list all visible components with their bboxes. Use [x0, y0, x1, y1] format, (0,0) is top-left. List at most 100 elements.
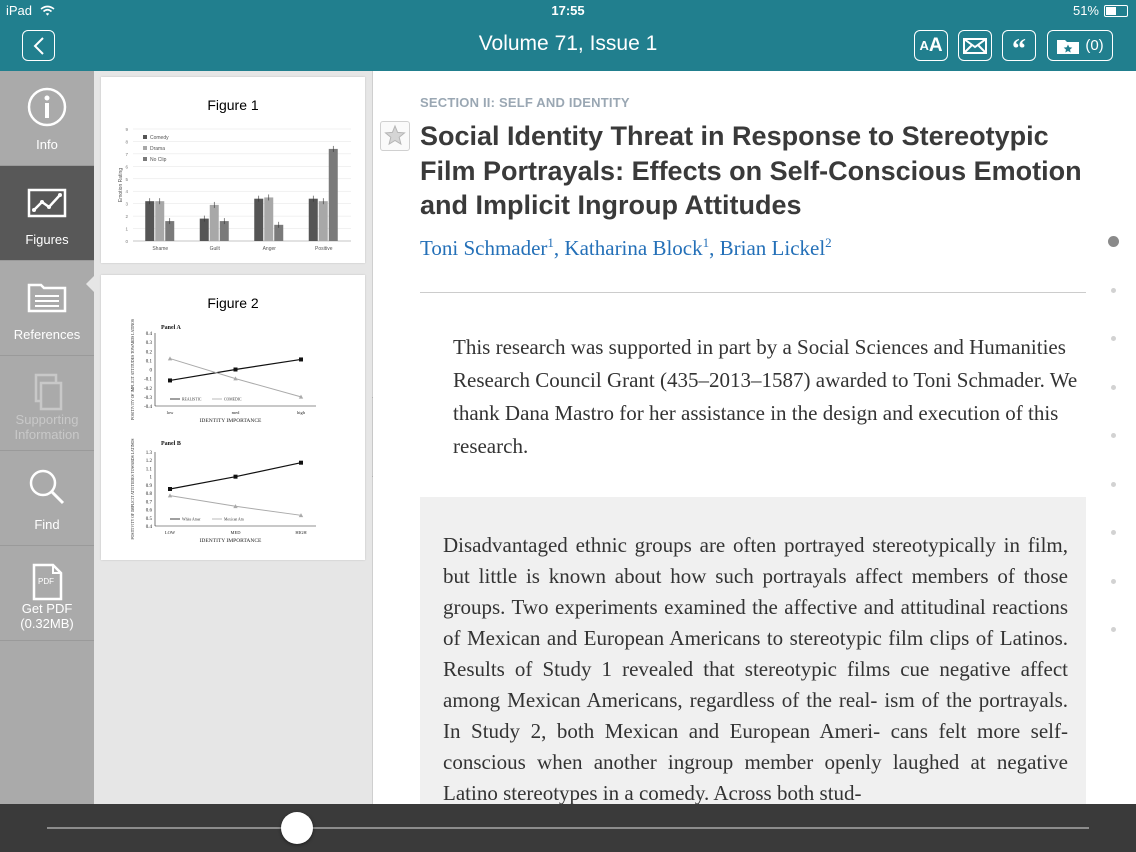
y-tick-label: 1.3: [146, 451, 153, 456]
y-tick-label: 0.1: [146, 359, 153, 364]
y-tick-label: 0.5: [146, 517, 153, 522]
y-tick-label: -0.2: [144, 387, 152, 392]
star-icon: [384, 124, 406, 146]
legend-label: White Amer: [182, 518, 201, 522]
status-right: 51%: [1073, 3, 1128, 18]
sidebar-item-references[interactable]: References: [0, 261, 94, 356]
y-axis-label: POSITIVITY OF IMPLICIT ATTITUDES TOWARDS…: [131, 438, 135, 539]
bar: [254, 198, 264, 241]
x-tick-label: Positive: [315, 246, 333, 252]
panel-title: Panel A: [161, 325, 182, 331]
starred-folder-icon: [1057, 39, 1080, 54]
x-tick-label: HIGH: [295, 530, 307, 535]
abstract-text: Disadvantaged ethnic groups are often po…: [443, 533, 1068, 805]
bar: [199, 218, 209, 241]
email-button[interactable]: [958, 30, 992, 61]
panel-title: Panel B: [161, 441, 181, 447]
y-tick-label: 0: [150, 369, 153, 374]
section-label: SECTION II: SELF AND IDENTITY: [420, 95, 630, 110]
bar: [155, 201, 165, 241]
battery-icon: [1104, 4, 1128, 17]
x-tick-label: Anger: [263, 246, 277, 252]
sidebar-item-label: Find: [34, 517, 60, 532]
y-tick-label: -0.4: [144, 405, 152, 410]
author-affiliation: 2: [825, 235, 832, 250]
divider: [420, 292, 1086, 293]
legend-label: REALISTIC: [182, 398, 202, 402]
sidebar: Info Figures References Supporting Infor…: [0, 71, 95, 804]
y-tick-label: 1: [150, 476, 153, 481]
y-tick-label: 0.7: [146, 500, 153, 505]
x-axis-label: IDENTITY IMPORTANCE: [200, 538, 262, 544]
author-link[interactable]: Katharina Block: [564, 236, 702, 260]
author-link[interactable]: Toni Schmader: [420, 236, 547, 260]
page-dot: [1111, 578, 1116, 584]
x-tick-label: med: [232, 410, 240, 415]
y-tick-label: -0.3: [144, 396, 152, 401]
legend-label: No Clip: [150, 157, 167, 163]
figure-1-thumbnail[interactable]: Figure 1 0 1 2 3 4 5 6 7 8 9 Emotion Rating Shame Gu…: [101, 77, 365, 263]
y-tick-label: 2: [125, 214, 128, 219]
y-tick-label: 7: [125, 152, 128, 157]
text-size-icon: A: [919, 38, 929, 53]
figure-1-chart: 0 1 2 3 4 5 6 7 8 9 Emotion Rating Shame Guilt Anger P…: [118, 127, 351, 252]
data-point: [233, 367, 238, 372]
page-scrubber-track[interactable]: [47, 827, 1089, 829]
page-scrubber-knob[interactable]: [281, 812, 314, 844]
folder-icon: [27, 283, 67, 313]
search-icon: [29, 469, 65, 505]
x-tick-label: Guilt: [210, 246, 221, 252]
data-point: [167, 356, 173, 361]
page-indicator[interactable]: [1108, 236, 1120, 636]
legend-swatch: [143, 157, 147, 161]
legend-swatch: [143, 146, 147, 150]
favorite-button[interactable]: [380, 121, 410, 151]
x-tick-label: Shame: [152, 246, 168, 252]
y-tick-label: 1: [125, 227, 128, 232]
author-link[interactable]: Brian Lickel: [720, 236, 826, 260]
copy-icon: [34, 373, 63, 411]
y-tick-label: 0.4: [146, 525, 153, 530]
saved-articles-button[interactable]: (0): [1047, 30, 1113, 61]
article-content: SECTION II: SELF AND IDENTITY Social Ide…: [373, 71, 1136, 817]
info-icon: [27, 87, 67, 127]
sidebar-item-supporting-information[interactable]: Supporting Information: [0, 356, 94, 451]
sidebar-item-find[interactable]: Find: [0, 451, 94, 546]
bar: [145, 201, 155, 241]
data-point: [168, 378, 172, 383]
y-tick-label: 1.1: [146, 467, 153, 472]
article-title: Social Identity Threat in Response to St…: [420, 121, 1082, 220]
y-tick-label: 0.8: [146, 492, 153, 497]
y-tick-label: 6: [125, 164, 128, 169]
sidebar-item-info[interactable]: Info: [0, 71, 94, 166]
figure-2-thumbnail[interactable]: Figure 2 Panel A 0.4 0.3 0.2 0.1 0 -0.1 -0.2 -0.…: [101, 275, 365, 560]
navigation-bar: Volume 71, Issue 1 AA “ (0): [0, 22, 1136, 71]
text-size-button[interactable]: AA: [914, 30, 948, 61]
y-tick-label: 0.2: [146, 350, 153, 355]
x-tick-label: low: [167, 410, 175, 415]
y-tick-label: 0: [125, 239, 128, 244]
page-dot: [1111, 481, 1116, 487]
page-dot: [1111, 627, 1116, 632]
legend-label: Drama: [150, 146, 165, 152]
battery-level: [1106, 6, 1116, 15]
y-tick-label: 9: [125, 127, 128, 132]
page-dot: [1111, 287, 1116, 293]
sidebar-item-get-pdf[interactable]: PDF Get PDF (0.32MB): [0, 546, 94, 641]
bar: [264, 197, 274, 241]
legend-label: Mexican Am: [224, 518, 244, 522]
sidebar-item-figures[interactable]: Figures: [0, 166, 94, 261]
page-dot: [1111, 433, 1116, 438]
sidebar-item-label: References: [13, 327, 81, 342]
svg-text:PDF: PDF: [38, 577, 54, 586]
y-axis-label: POSITIVITY OF IMPLICIT ATTITUDES TOWARDS…: [131, 319, 135, 420]
page-dot: [1111, 530, 1116, 535]
y-tick-label: 5: [125, 177, 128, 182]
saved-count: (0): [1085, 37, 1104, 54]
cite-button[interactable]: “: [1002, 30, 1036, 63]
y-tick-label: 0.4: [146, 332, 153, 337]
x-tick-label: MED: [231, 530, 242, 535]
legend-label: Comedy: [150, 135, 169, 141]
legend-label: COMEDIC: [224, 398, 242, 402]
page-dot: [1111, 336, 1116, 341]
